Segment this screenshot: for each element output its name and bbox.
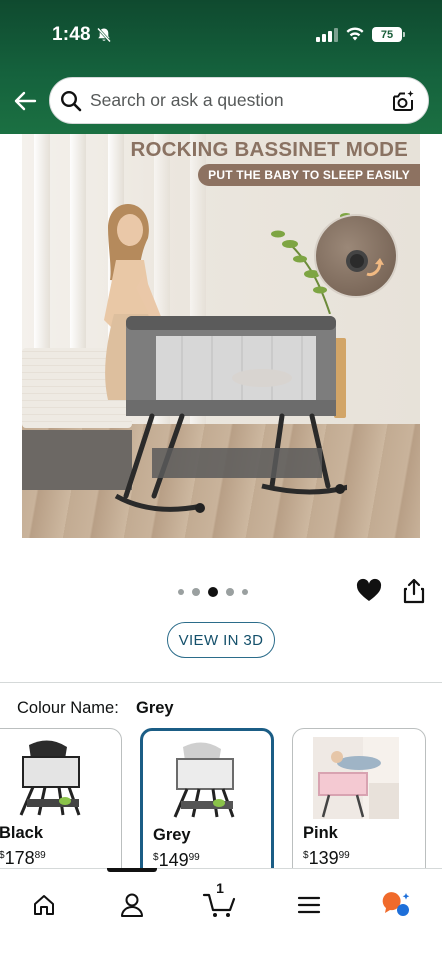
image-carousel-dots [178,586,248,598]
divider [0,682,442,683]
search-bar[interactable] [49,77,429,124]
carousel-dot[interactable] [178,589,184,595]
share-icon[interactable] [402,578,426,604]
swatch-price: $ 178 89 [0,848,46,868]
bassinet-figure [114,316,347,513]
carousel-dot[interactable] [226,588,234,596]
account-icon [121,893,143,917]
carousel-dot[interactable] [242,589,248,595]
colour-name-label: Colour Name: [17,699,119,717]
hero-subtag: PUT THE BABY TO SLEEP EASILY [198,164,420,186]
cart-count: 1 [216,880,224,896]
swatch-name: Grey [153,826,191,844]
rotate-arrow-icon [366,258,384,276]
battery-icon: 75 [372,27,405,42]
status-time: 1:48 [52,24,91,45]
swatch-price: $ 139 99 [303,848,350,868]
nav-rufus[interactable] [375,883,419,927]
colour-swatch-black[interactable]: Black $ 178 89 [0,728,122,888]
swatch-thumbnail [19,740,81,816]
nav-home[interactable] [22,883,66,927]
view-in-3d-button[interactable]: VIEW IN 3D [167,622,275,658]
wifi-icon [346,27,364,41]
swatch-price: $ 149 99 [153,850,200,870]
swatch-thumbnail [173,742,235,818]
header: 1:48 75 [0,0,442,134]
bottom-nav: 1 [0,868,442,960]
nav-menu[interactable] [287,883,331,927]
colour-swatch-grey[interactable]: Grey $ 149 99 [140,728,274,888]
colour-swatch-pink[interactable]: Pink $ 139 99 [292,728,426,888]
home-icon [34,895,54,915]
product-page: 1:48 75 Search or ask a question ROCKING… [0,0,442,960]
swatch-name: Pink [303,824,338,842]
carousel-dot-active[interactable] [208,587,218,597]
swatch-thumbnail [313,737,399,819]
back-arrow-icon[interactable] [12,88,38,114]
rufus-icon [382,892,410,916]
colour-name-value: Grey [136,699,174,717]
search-icon [60,90,82,112]
camera-search-icon[interactable] [390,88,416,114]
menu-icon [297,896,321,914]
hero-headline: ROCKING BASSINET MODE [130,138,408,161]
product-image[interactable]: ROCKING BASSINET MODE PUT THE BABY TO SL… [22,134,420,538]
swatch-name: Black [0,824,44,842]
nav-active-indicator [107,868,157,872]
heart-icon[interactable] [356,578,382,604]
signal-icon [316,28,338,42]
carousel-dot[interactable] [192,588,200,596]
nav-cart[interactable]: 1 [198,880,242,927]
search-input[interactable] [90,78,380,123]
bell-off-icon [97,27,111,43]
nav-account[interactable] [110,883,154,927]
wheel-zoom-inset [314,214,398,298]
